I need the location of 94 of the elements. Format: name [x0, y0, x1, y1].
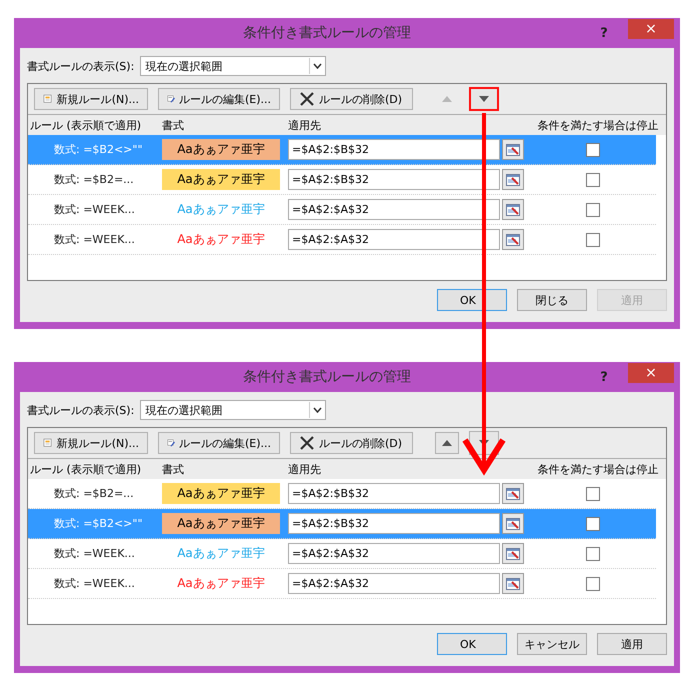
- delete-icon: [299, 435, 315, 451]
- rule-text: 数式: =WEEK...: [53, 232, 136, 247]
- dialog-button[interactable]: OK: [437, 289, 507, 311]
- range-picker-button[interactable]: [502, 139, 524, 160]
- range-field[interactable]: =$A$2:$B$32: [288, 139, 500, 160]
- filter-dropdown[interactable]: 現在の選択範囲: [140, 400, 326, 420]
- rule-text: 数式: =WEEK...: [53, 546, 136, 561]
- range-select-icon: [506, 488, 520, 500]
- column-header: 条件を満たす場合は停止: [536, 118, 660, 132]
- rule-text: 数式: =$B2<>"": [53, 516, 144, 531]
- range-picker-button[interactable]: [502, 483, 524, 504]
- format-preview: Aaあぁアァ亜宇: [162, 169, 280, 190]
- range-picker-button[interactable]: [502, 199, 524, 220]
- stop-checkbox[interactable]: [586, 546, 600, 560]
- range-field[interactable]: =$A$2:$B$32: [288, 513, 500, 534]
- format-preview: Aaあぁアァ亜宇: [176, 575, 266, 592]
- dialog-button[interactable]: 適用: [597, 633, 667, 655]
- format-preview: Aaあぁアァ亜宇: [176, 201, 266, 218]
- close-button[interactable]: ×: [628, 363, 674, 383]
- range-select-icon: [506, 204, 520, 216]
- format-preview: Aaあぁアァ亜宇: [176, 545, 266, 562]
- stop-checkbox[interactable]: [586, 202, 600, 216]
- range-picker-button[interactable]: [502, 169, 524, 190]
- delete-rule-button[interactable]: ルールの削除(D): [290, 432, 413, 454]
- edit-rule-button[interactable]: ルールの編集(E)...: [158, 88, 280, 110]
- format-preview: Aaあぁアァ亜宇: [176, 231, 266, 248]
- dialog-button[interactable]: OK: [437, 633, 507, 655]
- rule-row[interactable]: 数式: =WEEK... Aaあぁアァ亜宇 =$A$2:$A$32: [28, 539, 656, 569]
- filter-label: 書式ルールの表示(S):: [27, 402, 134, 418]
- edit-rule-button[interactable]: ルールの編集(E)...: [158, 432, 280, 454]
- column-header: 条件を満たす場合は停止: [536, 462, 660, 476]
- filter-label: 書式ルールの表示(S):: [27, 58, 134, 74]
- chevron-down-icon: [312, 63, 322, 69]
- format-preview: Aaあぁアァ亜宇: [162, 139, 280, 160]
- rule-row[interactable]: 数式: =$B2=... Aaあぁアァ亜宇 =$A$2:$B$32: [28, 479, 656, 509]
- triangle-up-icon: [442, 440, 452, 446]
- column-header: ルール (表示順で適用): [30, 462, 142, 476]
- dialog-button[interactable]: 閉じる: [517, 289, 587, 311]
- range-picker-button[interactable]: [502, 229, 524, 250]
- move-up-button[interactable]: [435, 432, 459, 454]
- range-picker-button[interactable]: [502, 543, 524, 564]
- move-down-button[interactable]: [469, 87, 499, 111]
- filter-dropdown[interactable]: 現在の選択範囲: [140, 56, 326, 76]
- close-button[interactable]: ×: [628, 19, 674, 39]
- range-field[interactable]: =$A$2:$A$32: [288, 229, 500, 250]
- stop-checkbox[interactable]: [586, 232, 600, 246]
- range-select-icon: [506, 234, 520, 246]
- rule-row[interactable]: 数式: =$B2<>"" Aaあぁアァ亜宇 =$A$2:$B$32: [28, 135, 656, 165]
- range-select-icon: [506, 578, 520, 590]
- rule-row[interactable]: 数式: =WEEK... Aaあぁアァ亜宇 =$A$2:$A$32: [28, 195, 656, 225]
- range-field[interactable]: =$A$2:$B$32: [288, 169, 500, 190]
- range-select-icon: [506, 518, 520, 530]
- range-select-icon: [506, 174, 520, 186]
- column-header: 適用先: [288, 462, 322, 476]
- range-select-icon: [506, 548, 520, 560]
- range-picker-button[interactable]: [502, 573, 524, 594]
- column-header: ルール (表示順で適用): [30, 118, 142, 132]
- range-field[interactable]: =$A$2:$B$32: [288, 483, 500, 504]
- rule-text: 数式: =$B2<>"": [53, 142, 144, 157]
- column-header: 書式: [162, 118, 185, 132]
- delete-icon: [299, 91, 315, 107]
- range-field[interactable]: =$A$2:$A$32: [288, 199, 500, 220]
- rule-text: 数式: =$B2=...: [53, 172, 135, 187]
- format-preview: Aaあぁアァ亜宇: [162, 513, 280, 534]
- format-preview: Aaあぁアァ亜宇: [162, 483, 280, 504]
- dialog-button[interactable]: キャンセル: [517, 633, 587, 655]
- rule-text: 数式: =WEEK...: [53, 576, 136, 591]
- stop-checkbox[interactable]: [586, 172, 600, 186]
- rule-row[interactable]: 数式: =$B2=... Aaあぁアァ亜宇 =$A$2:$B$32: [28, 165, 656, 195]
- rule-row[interactable]: 数式: =$B2<>"" Aaあぁアァ亜宇 =$A$2:$B$32: [28, 509, 656, 539]
- rule-row[interactable]: 数式: =WEEK... Aaあぁアァ亜宇 =$A$2:$A$32: [28, 225, 656, 255]
- triangle-down-icon: [479, 96, 489, 102]
- stop-checkbox[interactable]: [586, 516, 600, 530]
- help-button[interactable]: ?: [594, 26, 614, 40]
- window-title: 条件付き書式ルールの管理: [242, 24, 412, 42]
- rule-row[interactable]: 数式: =WEEK... Aaあぁアァ亜宇 =$A$2:$A$32: [28, 569, 656, 599]
- rule-text: 数式: =$B2=...: [53, 486, 135, 501]
- range-field[interactable]: =$A$2:$A$32: [288, 543, 500, 564]
- column-header: 適用先: [288, 118, 322, 132]
- delete-rule-button[interactable]: ルールの削除(D): [290, 88, 413, 110]
- stop-checkbox[interactable]: [586, 576, 600, 590]
- window-title: 条件付き書式ルールの管理: [242, 368, 412, 386]
- new-rule-button[interactable]: 新規ルール(N)...: [34, 432, 148, 454]
- range-picker-button[interactable]: [502, 513, 524, 534]
- range-field[interactable]: =$A$2:$A$32: [288, 573, 500, 594]
- triangle-up-icon: [442, 96, 452, 102]
- new-rule-button[interactable]: 新規ルール(N)...: [34, 88, 148, 110]
- range-select-icon: [506, 144, 520, 156]
- help-button[interactable]: ?: [594, 370, 614, 384]
- rule-text: 数式: =WEEK...: [53, 202, 136, 217]
- column-header: 書式: [162, 462, 185, 476]
- chevron-down-icon: [312, 407, 322, 413]
- stop-checkbox[interactable]: [586, 142, 600, 156]
- stop-checkbox[interactable]: [586, 486, 600, 500]
